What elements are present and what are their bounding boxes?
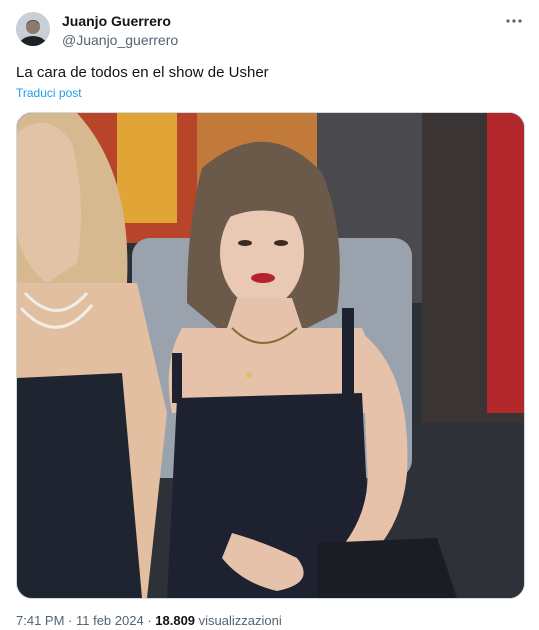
more-options-button[interactable]: [503, 11, 525, 31]
author-handle[interactable]: @Juanjo_guerrero: [62, 31, 178, 49]
meta-separator: ·: [64, 613, 76, 628]
photo-image: [17, 113, 524, 598]
tweet-card: Juanjo Guerrero @Juanjo_guerrero La cara…: [0, 0, 539, 630]
tweet-meta: 7:41 PM · 11 feb 2024 · 18.809 visualizz…: [16, 613, 282, 629]
tweet-photo[interactable]: [16, 112, 525, 599]
author-name[interactable]: Juanjo Guerrero: [62, 12, 171, 30]
avatar-image: [16, 12, 50, 46]
views-label: visualizzazioni: [195, 613, 282, 628]
tweet-date[interactable]: 11 feb 2024: [76, 613, 144, 628]
meta-separator: ·: [143, 613, 156, 628]
author-avatar[interactable]: [16, 12, 50, 46]
more-horizontal-icon: [506, 19, 522, 23]
translate-post-link[interactable]: Traduci post: [16, 86, 82, 100]
tweet-text: La cara de todos en el show de Usher: [16, 64, 269, 81]
views-count: 18.809: [155, 613, 196, 628]
tweet-time[interactable]: 7:41 PM: [16, 613, 64, 628]
